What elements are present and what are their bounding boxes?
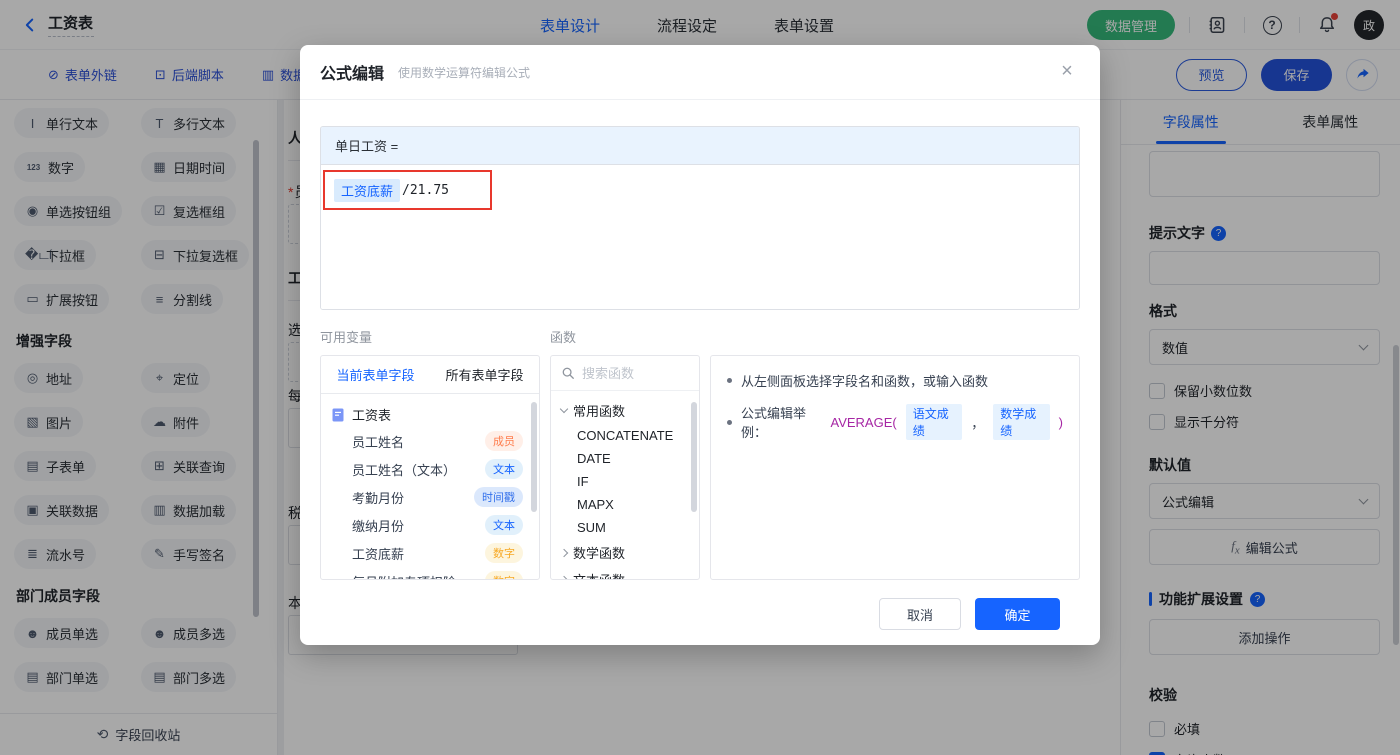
field-type-badge: 文本 <box>485 459 523 479</box>
formula-input-area[interactable]: 工资底薪 /21.75 <box>321 165 1079 309</box>
function-item[interactable]: IF <box>551 470 699 493</box>
variable-name: 每月附加专项扣除 <box>352 572 456 580</box>
field-type-badge: 时间戳 <box>474 487 523 507</box>
field-type-badge: 文本 <box>485 515 523 535</box>
panel-labels-row: 可用变量 函数 <box>320 327 1080 346</box>
variables-label: 可用变量 <box>320 330 373 345</box>
variables-tabs: 当前表单字段 所有表单字段 <box>321 356 539 394</box>
tips-panel: 从左侧面板选择字段名和函数，或输入函数 公式编辑举例： AVERAGE( 语文成绩… <box>710 355 1080 580</box>
variable-row[interactable]: 员工姓名 成员 <box>321 427 539 455</box>
formula-editor: 单日工资 = 工资底薪 /21.75 <box>320 126 1080 310</box>
chevron-right-icon <box>559 548 569 557</box>
field-type-badge: 数字 <box>485 571 523 579</box>
variables-list: 工资表 员工姓名成员员工姓名（文本）文本考勤月份时间戳缴纳月份文本工资底薪数字每… <box>321 394 539 580</box>
field-type-badge: 数字 <box>485 543 523 563</box>
function-item[interactable]: MAPX <box>551 493 699 516</box>
variable-row[interactable]: 每月附加专项扣除 数字 <box>321 567 539 580</box>
formula-modal: 公式编辑 使用数学运算符编辑公式 × 单日工资 = 工资底薪 /21.75 可用… <box>300 45 1100 645</box>
tip-2-function-open: AVERAGE( <box>830 414 897 430</box>
tips-body: 从左侧面板选择字段名和函数，或输入函数 公式编辑举例： AVERAGE( 语文成绩… <box>711 356 1079 469</box>
variables-panel: 当前表单字段 所有表单字段 工资表 员工姓名 成员 员工姓名（文本） 文本 考勤月份 时间戳… <box>320 355 540 580</box>
function-group[interactable]: 文本函数 <box>551 566 699 579</box>
functions-label: 函数 <box>550 330 577 345</box>
variable-chip[interactable]: 工资底薪 <box>334 178 401 202</box>
function-group-label: 常用函数 <box>573 404 626 419</box>
functions-panel: 常用函数 CONCATENATEDATEIFMAPXSUM 数学函数文本函数 <box>550 355 700 580</box>
function-group-label: 文本函数 <box>573 570 625 579</box>
search-icon <box>562 367 574 379</box>
modal-title: 公式编辑 <box>320 66 385 83</box>
modal-header: 公式编辑 使用数学运算符编辑公式 × <box>300 45 1100 100</box>
variable-row[interactable]: 缴纳月份 文本 <box>321 511 539 539</box>
app: 工资表 表单设计 流程设定 表单设置 数据管理 ? 政 ⊘ 表单外链 ⊡ 后端脚… <box>0 0 1400 755</box>
chevron-down-icon <box>559 404 569 414</box>
field-type-badge: 成员 <box>485 431 523 451</box>
tip-2-comma: ， <box>971 415 985 431</box>
tip-example-chip-1: 语文成绩 <box>905 404 963 440</box>
variables-root-label: 工资表 <box>352 408 392 423</box>
confirm-button[interactable]: 确定 <box>975 598 1060 630</box>
cancel-button[interactable]: 取消 <box>879 598 961 630</box>
chevron-right-icon <box>559 575 569 579</box>
function-item[interactable]: DATE <box>551 447 699 470</box>
function-search[interactable] <box>551 356 699 391</box>
variable-row[interactable]: 员工姓名（文本） 文本 <box>321 455 539 483</box>
function-group-label: 数学函数 <box>573 546 626 561</box>
modal-subtitle: 使用数学运算符编辑公式 <box>398 65 531 80</box>
variables-tab-0[interactable]: 当前表单字段 <box>321 365 430 384</box>
variable-row[interactable]: 考勤月份 时间戳 <box>321 483 539 511</box>
tip-line-2: 公式编辑举例： AVERAGE( 语文成绩 ， 数学成绩 ) <box>727 403 1063 441</box>
tip-2-prefix: 公式编辑举例： <box>741 406 807 440</box>
variable-name: 员工姓名（文本） <box>352 462 457 478</box>
tip-1-text: 从左侧面板选择字段名和函数，或输入函数 <box>741 374 989 389</box>
function-item[interactable]: CONCATENATE <box>551 424 699 447</box>
function-group[interactable]: 常用函数 <box>551 397 699 424</box>
bullet-icon <box>727 419 732 425</box>
annotation-highlight: 工资底薪 /21.75 <box>323 170 492 210</box>
modal-body: 单日工资 = 工资底薪 /21.75 可用变量 函数 当前表单字段所有表单字段 <box>300 100 1100 630</box>
variable-row[interactable]: 工资底薪 数字 <box>321 539 539 567</box>
variables-scrollbar[interactable] <box>531 402 537 512</box>
variable-name: 工资底薪 <box>352 546 405 562</box>
bullet-icon <box>727 378 732 383</box>
functions-scrollbar[interactable] <box>691 402 697 512</box>
function-group[interactable]: 数学函数 <box>551 539 699 566</box>
variables-root-node[interactable]: 工资表 <box>321 402 539 427</box>
function-tree: 常用函数 CONCATENATEDATEIFMAPXSUM 数学函数文本函数 <box>551 391 699 579</box>
variables-tab-1[interactable]: 所有表单字段 <box>430 365 539 384</box>
tip-example-chip-2: 数学成绩 <box>993 404 1050 440</box>
tip-2-function-close: ) <box>1058 414 1064 430</box>
function-item[interactable]: SUM <box>551 516 699 539</box>
variable-name: 员工姓名 <box>352 434 405 450</box>
variable-name: 缴纳月份 <box>352 518 405 534</box>
modal-footer: 取消 确定 <box>320 580 1080 630</box>
panels-row: 当前表单字段 所有表单字段 工资表 员工姓名 成员 员工姓名（文本） 文本 考勤月份 时间戳… <box>320 355 1080 580</box>
variable-name: 考勤月份 <box>352 490 405 506</box>
function-search-input[interactable] <box>582 365 682 381</box>
close-icon[interactable]: × <box>1056 61 1078 81</box>
tip-line-1: 从左侧面板选择字段名和函数，或输入函数 <box>727 371 1063 390</box>
formula-expression: /21.75 <box>402 182 449 198</box>
formula-target: 单日工资 = <box>321 127 1079 165</box>
form-doc-icon <box>332 408 344 421</box>
